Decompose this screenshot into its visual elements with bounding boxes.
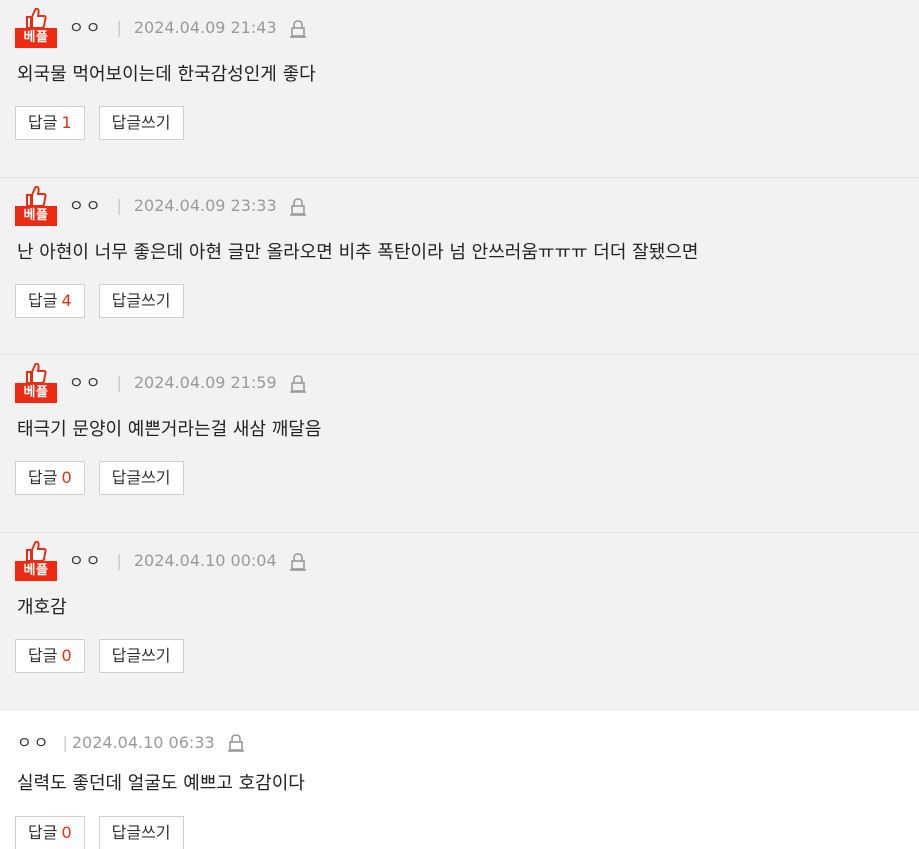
best-badge-label: 베플 xyxy=(15,28,57,48)
thumbs-up-icon xyxy=(26,540,47,561)
meta-separator: | xyxy=(116,18,122,37)
comment-actions: 답글 4 답글쓰기 xyxy=(15,283,198,318)
write-reply-button[interactable]: 답글쓰기 xyxy=(98,283,184,318)
meta-separator: | xyxy=(116,550,122,570)
author-nickname[interactable]: ㅇㅇ xyxy=(69,551,102,571)
report-lock-icon[interactable] xyxy=(289,375,306,393)
reply-count: 0 xyxy=(61,823,72,842)
reply-count: 0 xyxy=(61,468,72,487)
best-badge-label: 베플 xyxy=(15,383,57,403)
meta-separator: | xyxy=(62,733,68,752)
reply-label: 답글 xyxy=(28,468,58,487)
comment-date: 2024.04.09 21:59 xyxy=(133,373,277,392)
author-nickname[interactable]: ㅇㅇ xyxy=(17,733,50,753)
report-lock-icon[interactable] xyxy=(289,197,306,216)
author-nickname[interactable]: ㅇㅇ xyxy=(69,196,102,216)
reply-count-button[interactable]: 답글 0 xyxy=(15,638,85,673)
comment-meta: 베플 ㅇㅇ | 2024.04.09 23:33 xyxy=(15,185,306,226)
comment-item: 베플 ㅇㅇ | 2024.04.10 00:04 개호감 답글 0 답글쓰기 xyxy=(0,532,919,710)
reply-count: 1 xyxy=(61,113,72,132)
comment-date: 2024.04.09 23:33 xyxy=(133,195,277,215)
reply-count-button[interactable]: 답글 0 xyxy=(15,816,85,849)
comment-actions: 답글 1 답글쓰기 xyxy=(15,106,198,140)
best-badge-label: 베플 xyxy=(15,205,57,226)
comment-meta: 베플 ㅇㅇ | 2024.04.09 21:43 xyxy=(15,8,306,48)
comment-meta: ㅇㅇ | 2024.04.10 06:33 xyxy=(15,728,244,758)
reply-count-button[interactable]: 답글 1 xyxy=(15,106,85,140)
comment-date: 2024.04.10 06:33 xyxy=(71,733,215,752)
comment-list: 베플 ㅇㅇ | 2024.04.09 21:43 외국물 먹어보이는데 한국감성… xyxy=(0,0,919,849)
comment-date: 2024.04.10 00:04 xyxy=(133,550,277,570)
reply-count: 4 xyxy=(61,290,72,310)
reply-count-button[interactable]: 답글 0 xyxy=(15,461,85,495)
comment-meta: 베플 ㅇㅇ | 2024.04.09 21:59 xyxy=(15,363,306,403)
comment-item: 베플 ㅇㅇ | 2024.04.09 23:33 난 아현이 너무 좋은데 아현… xyxy=(0,177,919,355)
report-lock-icon[interactable] xyxy=(227,734,244,752)
comment-item: 베플 ㅇㅇ | 2024.04.09 21:59 태극기 문양이 예쁜거라는걸 … xyxy=(0,355,919,533)
best-badge: 베플 xyxy=(15,363,57,403)
best-badge: 베플 xyxy=(15,540,57,581)
comment-item: ㅇㅇ | 2024.04.10 06:33 실력도 좋던데 얼굴도 예쁘고 호감… xyxy=(0,710,919,849)
best-badge: 베플 xyxy=(15,8,57,48)
reply-label: 답글 xyxy=(28,113,58,132)
report-lock-icon[interactable] xyxy=(289,552,306,571)
thumbs-up-icon xyxy=(26,363,47,383)
comment-text: 난 아현이 너무 좋은데 아현 글만 올라오면 비추 폭탄이라 넘 안쓰러움ㅠㅠ… xyxy=(17,241,699,263)
reply-label: 답글 xyxy=(28,823,58,842)
reply-count-button[interactable]: 답글 4 xyxy=(15,283,85,318)
comment-text: 외국물 먹어보이는데 한국감성인게 좋다 xyxy=(17,64,316,85)
author-nickname[interactable]: ㅇㅇ xyxy=(69,18,102,38)
reply-count: 0 xyxy=(61,645,72,665)
comment-actions: 답글 0 답글쓰기 xyxy=(15,638,198,673)
comment-text: 태극기 문양이 예쁜거라는걸 새삼 깨달음 xyxy=(17,419,322,440)
reply-label: 답글 xyxy=(28,290,58,310)
comment-actions: 답글 0 답글쓰기 xyxy=(15,461,198,495)
thumbs-up-icon xyxy=(26,8,47,28)
author-nickname[interactable]: ㅇㅇ xyxy=(69,373,102,393)
thumbs-up-icon xyxy=(26,185,47,206)
comment-actions: 답글 0 답글쓰기 xyxy=(15,816,198,849)
write-reply-button[interactable]: 답글쓰기 xyxy=(98,816,184,849)
report-lock-icon[interactable] xyxy=(289,20,306,38)
comment-text: 실력도 좋던데 얼굴도 예쁘고 호감이다 xyxy=(17,773,305,794)
comment-meta: 베플 ㅇㅇ | 2024.04.10 00:04 xyxy=(15,540,306,581)
comment-date: 2024.04.09 21:43 xyxy=(133,18,277,37)
best-badge: 베플 xyxy=(15,185,57,226)
best-badge-label: 베플 xyxy=(15,560,57,581)
write-reply-button[interactable]: 답글쓰기 xyxy=(98,461,184,495)
write-reply-button[interactable]: 답글쓰기 xyxy=(98,638,184,673)
comment-item: 베플 ㅇㅇ | 2024.04.09 21:43 외국물 먹어보이는데 한국감성… xyxy=(0,0,919,178)
comment-text: 개호감 xyxy=(17,596,67,618)
reply-label: 답글 xyxy=(28,645,58,665)
meta-separator: | xyxy=(116,195,122,215)
meta-separator: | xyxy=(116,373,122,392)
write-reply-button[interactable]: 답글쓰기 xyxy=(98,106,184,140)
